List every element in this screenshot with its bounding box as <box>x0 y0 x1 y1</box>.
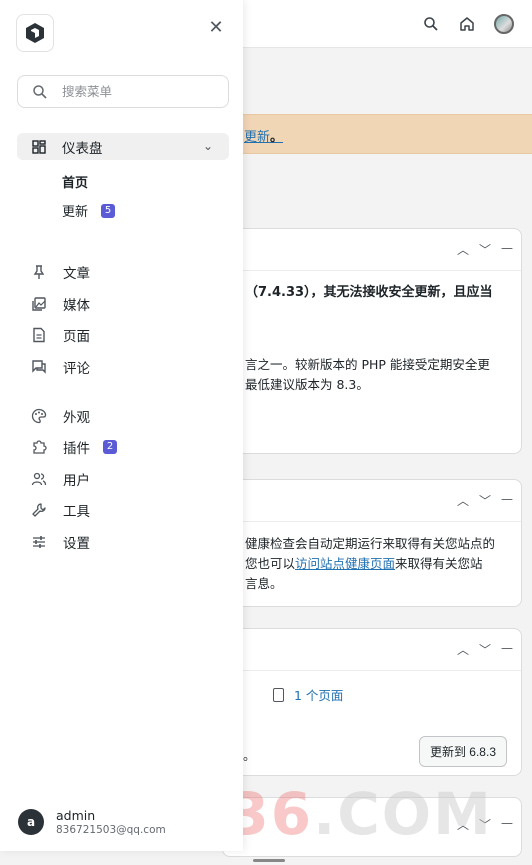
site-health-link[interactable]: 访问站点健康页面 <box>295 556 395 571</box>
plugin-icon <box>33 440 47 454</box>
card-text: 健康检查会自动定期运行来取得有关您站点的 <box>245 536 496 551</box>
chevron-down-icon[interactable]: ⌄ <box>203 139 213 153</box>
card-text: 言息。 <box>245 576 283 591</box>
page-icon <box>273 687 284 702</box>
sub-item-updates[interactable]: 更新 5 <box>62 201 116 220</box>
collapse-icon[interactable]: — <box>501 641 513 658</box>
site-health-card: ︿ ﹀ — 健康检查会自动定期运行来取得有关您站点的 您也可以访问站点健康页面来… <box>222 479 522 607</box>
search-menu-field[interactable] <box>17 75 229 108</box>
nav-item-users[interactable]: 用户 <box>31 468 90 490</box>
nav-item-settings[interactable]: 设置 <box>31 531 90 553</box>
nav-item-posts[interactable]: 文章 <box>31 261 90 283</box>
pin-icon <box>33 265 45 279</box>
nav-item-dashboard[interactable]: 仪表盘 ⌄ <box>17 133 229 160</box>
search-icon[interactable] <box>422 15 440 33</box>
search-icon <box>33 84 47 99</box>
dashboard-icon <box>32 139 46 154</box>
notice-update-link[interactable]: 更新 <box>244 130 270 145</box>
move-up-icon[interactable]: ︿ <box>457 641 469 658</box>
collapse-icon[interactable]: — <box>501 816 513 833</box>
move-up-icon[interactable]: ︿ <box>457 241 469 258</box>
admin-menu-drawer: ✕ 仪表盘 ⌄ 首页 更新5 文章 媒体 页面 评论 外观 插件 2 用户 <box>0 0 243 851</box>
nav-item-appearance[interactable]: 外观 <box>31 405 90 427</box>
pages-count-link[interactable]: 1 个页面 <box>273 685 343 704</box>
move-down-icon[interactable]: ﹀ <box>479 641 491 658</box>
collapse-icon[interactable]: — <box>501 241 513 258</box>
move-down-icon[interactable]: ﹀ <box>479 241 491 258</box>
nav-label: 仪表盘 <box>62 140 103 157</box>
user-avatar[interactable] <box>494 14 514 34</box>
card-text: 最低建议版本为 8.3。 <box>245 377 369 392</box>
sub-item-home[interactable]: 首页 <box>62 172 88 191</box>
wrench-icon <box>32 503 46 517</box>
close-icon[interactable]: ✕ <box>206 18 226 38</box>
comment-icon <box>32 360 46 374</box>
nav-item-comments[interactable]: 评论 <box>31 356 90 378</box>
move-down-icon[interactable]: ﹀ <box>479 492 491 509</box>
current-user[interactable]: a admin 836721503@qq.com <box>18 808 166 836</box>
user-email: 836721503@qq.com <box>56 824 166 836</box>
site-logo[interactable] <box>16 14 54 52</box>
nav-item-pages[interactable]: 页面 <box>31 324 90 346</box>
nav-item-plugins[interactable]: 插件 2 <box>31 436 117 458</box>
search-input[interactable] <box>62 84 202 99</box>
card-text: 言之一。较新版本的 PHP 能接受定期安全更 <box>245 357 490 372</box>
plugins-count-badge: 2 <box>103 440 117 454</box>
user-name: admin <box>56 808 96 823</box>
php-warning-card: ︿ ﹀ — （7.4.33），其无法接收安全更新，且应当 言之一。较新版本的 P… <box>222 228 522 454</box>
update-wordpress-button[interactable]: 更新到 6.8.3 <box>418 736 507 767</box>
palette-icon <box>31 408 47 424</box>
collapse-icon[interactable]: — <box>501 492 513 509</box>
avatar: a <box>18 809 44 835</box>
home-indicator <box>253 859 285 862</box>
updates-count-badge: 5 <box>101 203 116 218</box>
settings-icon <box>33 536 45 548</box>
move-up-icon[interactable]: ︿ <box>457 492 469 509</box>
card-heading: （7.4.33），其无法接收安全更新，且应当 <box>245 285 493 300</box>
page-icon <box>33 327 45 343</box>
media-icon <box>32 297 46 311</box>
nav-item-media[interactable]: 媒体 <box>31 293 90 315</box>
nav-item-tools[interactable]: 工具 <box>31 499 90 521</box>
home-icon[interactable] <box>458 15 476 33</box>
users-icon <box>31 472 47 486</box>
at-a-glance-card: ︿ ﹀ — 1 个页面 。 更新到 6.8.3 <box>222 628 522 776</box>
